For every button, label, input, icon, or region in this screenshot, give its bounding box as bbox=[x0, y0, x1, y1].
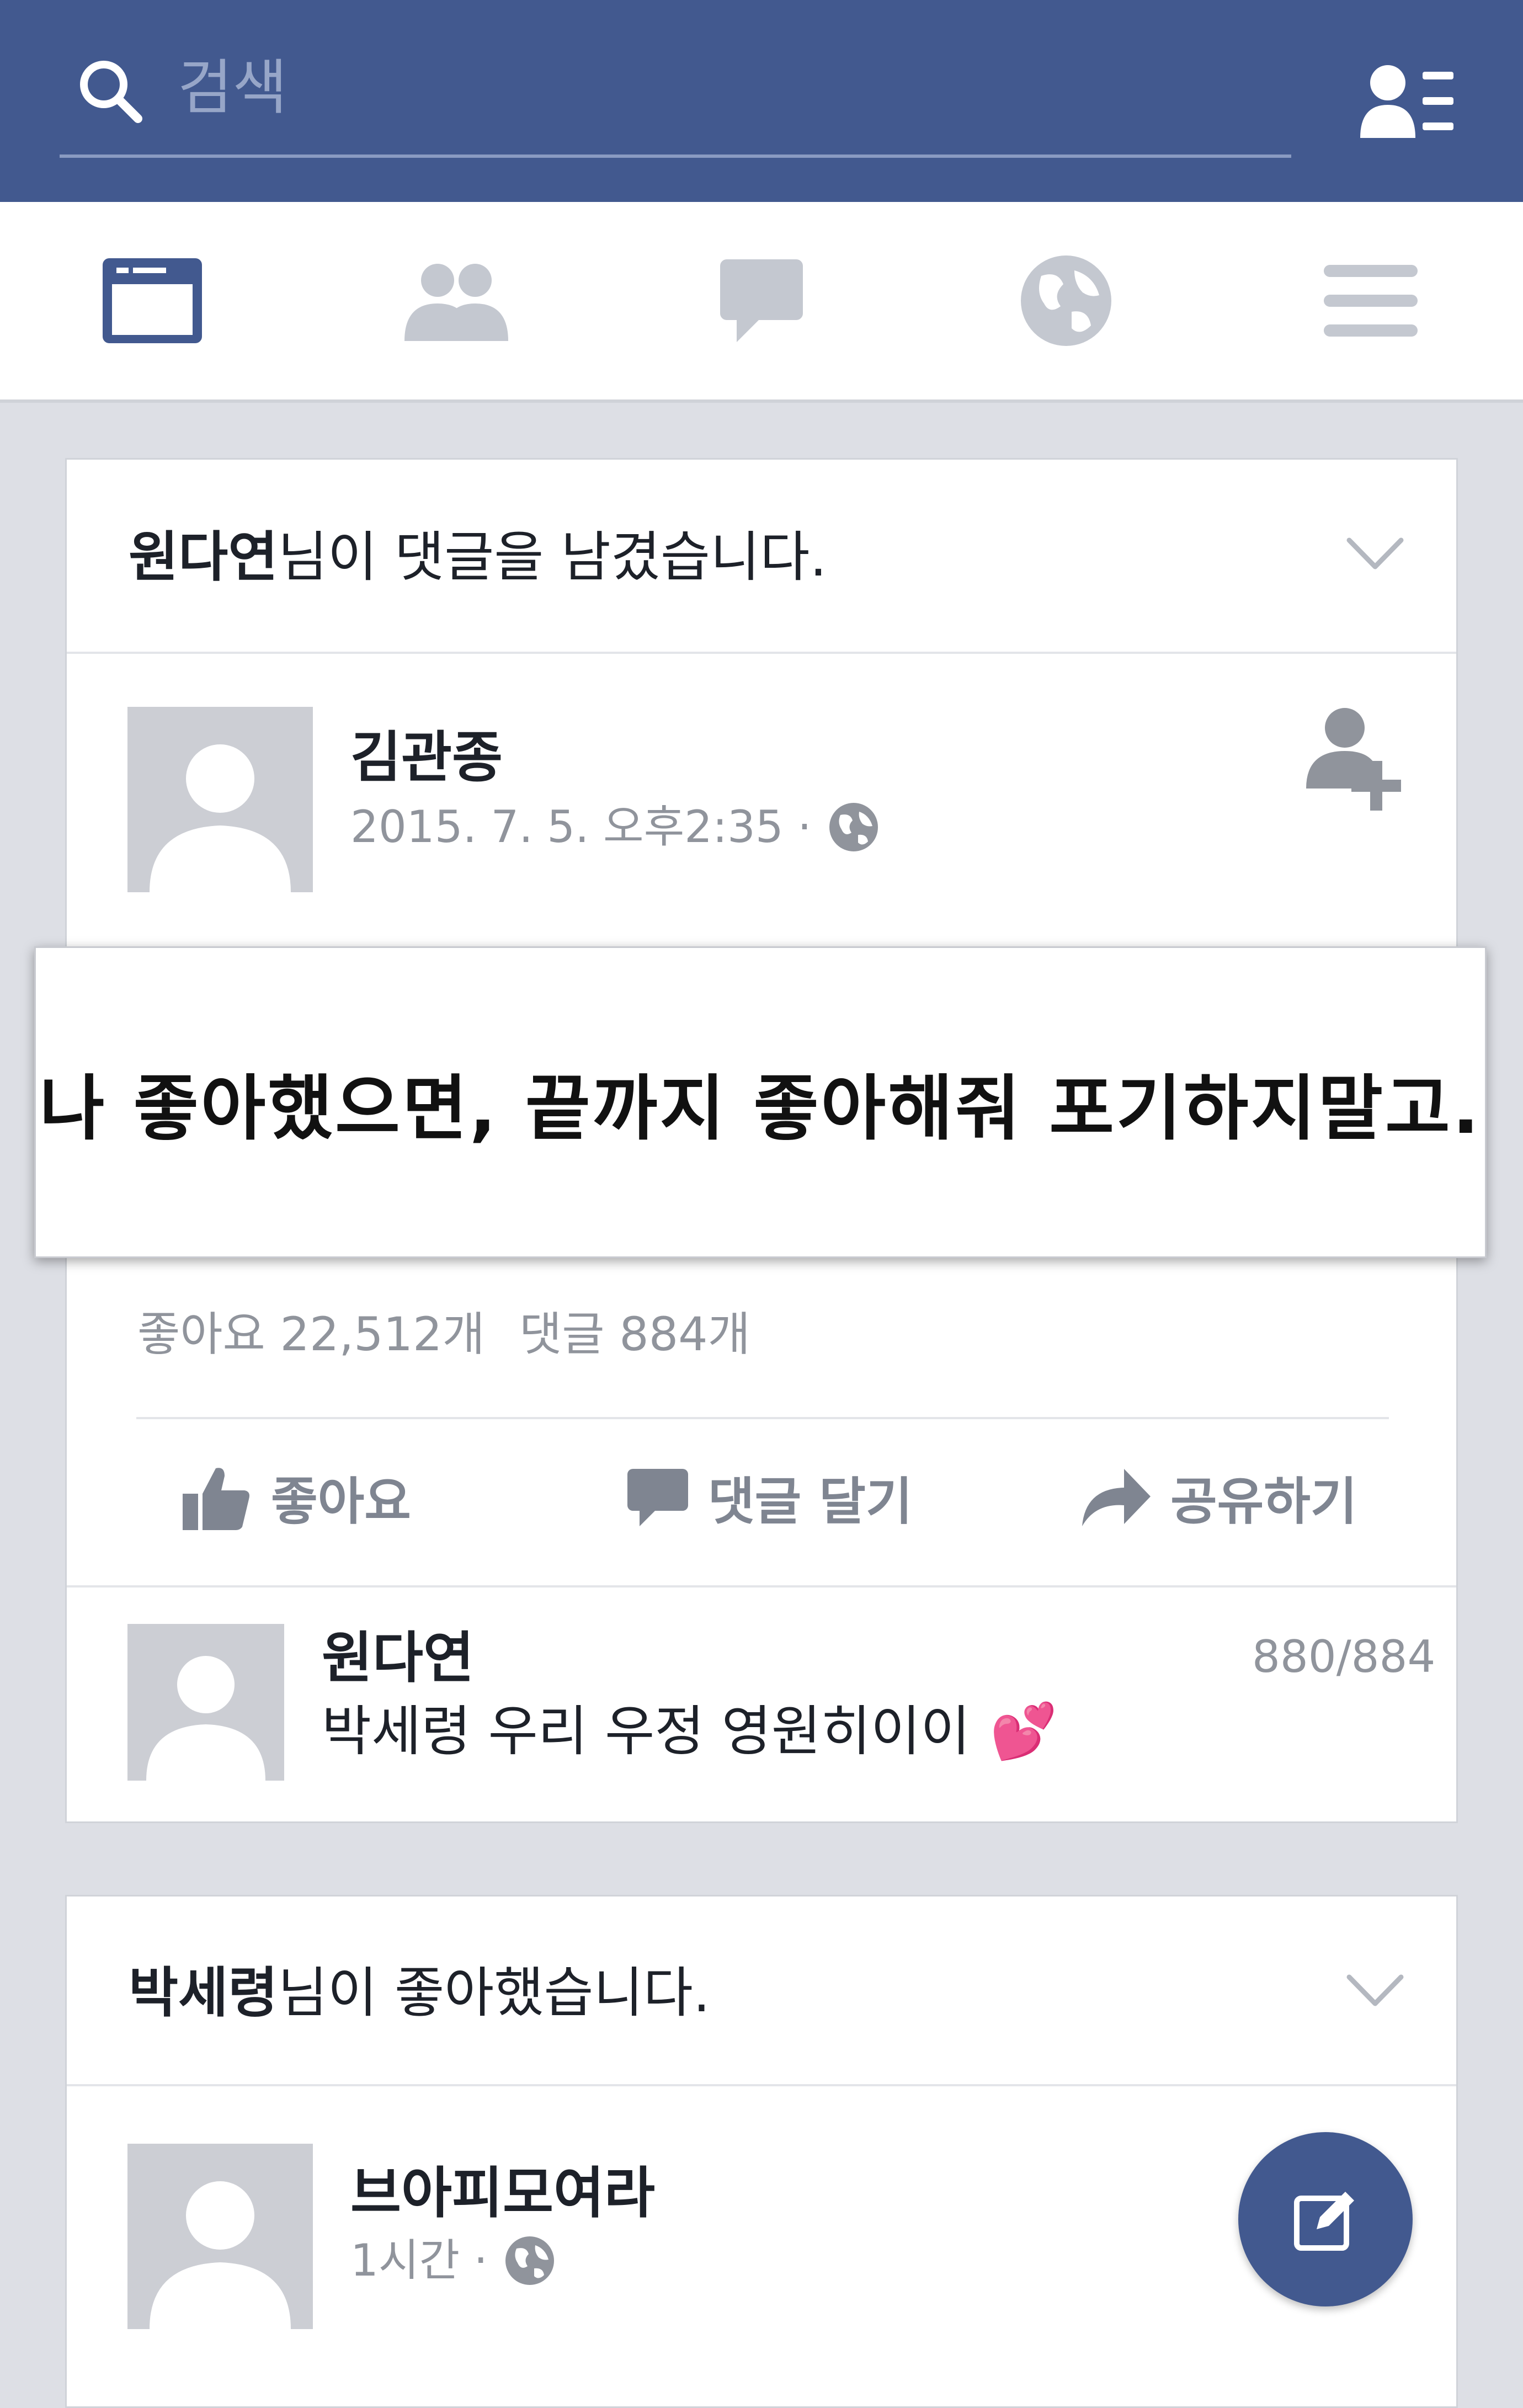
avatar[interactable] bbox=[127, 2144, 313, 2329]
share-label: 공유하기 bbox=[1170, 1472, 1357, 1531]
story-header: 박세령님이 좋아했습니다. bbox=[129, 1957, 710, 2029]
like-count[interactable]: 좋아요 22,512개 bbox=[137, 1304, 485, 1365]
story-action-text: 님이 좋아했습니다. bbox=[278, 1962, 711, 2025]
tab-news-feed[interactable] bbox=[0, 202, 305, 399]
share-icon bbox=[1082, 1469, 1151, 1526]
story-actor[interactable]: 원다연 bbox=[129, 526, 278, 589]
comment-author[interactable]: 원다연 bbox=[322, 1625, 474, 1691]
public-globe-icon bbox=[829, 803, 878, 851]
post-author[interactable]: 김관종 bbox=[350, 724, 503, 791]
story-header: 원다연님이 댓글을 남겼습니다. bbox=[129, 521, 827, 593]
comment-label: 댓글 달기 bbox=[708, 1472, 913, 1531]
post-timestamp[interactable]: 1시간 · bbox=[350, 2233, 488, 2288]
contacts-icon[interactable] bbox=[1357, 61, 1457, 143]
like-button[interactable]: 좋아요 bbox=[183, 1453, 411, 1541]
tab-friends[interactable] bbox=[305, 202, 609, 399]
quote-image[interactable]: 나 좋아했으면, 끝까지 좋아해줘 포기하지말고. bbox=[34, 946, 1487, 1258]
thumbs-up-icon bbox=[183, 1468, 249, 1530]
divider bbox=[67, 652, 1456, 654]
menu-icon bbox=[1324, 265, 1418, 337]
share-button[interactable]: 공유하기 bbox=[1082, 1453, 1357, 1541]
comment-icon bbox=[627, 1469, 688, 1526]
friends-icon bbox=[404, 264, 508, 341]
quote-text: 나 좋아했으면, 끝까지 좋아해줘 포기하지말고. bbox=[39, 1068, 1482, 1150]
like-label: 좋아요 bbox=[271, 1472, 411, 1531]
comment-text: 박세령 우리 우정 영원히이이 bbox=[322, 1700, 971, 1763]
compose-button[interactable] bbox=[1238, 2132, 1413, 2306]
avatar[interactable] bbox=[127, 707, 313, 892]
two-hearts-emoji: 💕 bbox=[990, 1700, 1058, 1763]
tab-bar bbox=[0, 202, 1523, 403]
search-input[interactable]: 검색 bbox=[178, 52, 287, 124]
tab-menu[interactable] bbox=[1218, 202, 1523, 399]
globe-icon bbox=[1021, 255, 1111, 346]
comment-count[interactable]: 댓글 884개 bbox=[519, 1304, 750, 1365]
post-author[interactable]: 브아피모여라 bbox=[350, 2160, 655, 2226]
post-meta: 1시간 · bbox=[350, 2233, 555, 2288]
tab-messages[interactable] bbox=[609, 202, 914, 399]
search-underline bbox=[60, 155, 1291, 158]
divider bbox=[67, 1585, 1456, 1587]
story-action-text: 님이 댓글을 남겼습니다. bbox=[278, 526, 827, 589]
search-icon[interactable] bbox=[77, 58, 143, 124]
story-card: 박세령님이 좋아했습니다. 브아피모여라 1시간 · bbox=[65, 1895, 1458, 2408]
comment-body: 박세령 우리 우정 영원히이이 💕 bbox=[322, 1696, 1057, 1767]
news-feed-icon bbox=[103, 258, 202, 343]
post-meta: 2015. 7. 5. 오후2:35 · bbox=[350, 800, 879, 855]
chevron-down-icon[interactable] bbox=[1345, 535, 1405, 573]
compose-icon bbox=[1294, 2192, 1354, 2251]
divider bbox=[67, 2084, 1456, 2086]
divider bbox=[136, 1417, 1389, 1419]
story-actor[interactable]: 박세령 bbox=[129, 1962, 278, 2025]
tab-globe[interactable] bbox=[914, 202, 1218, 399]
add-friend-icon[interactable] bbox=[1306, 706, 1405, 811]
messages-icon bbox=[720, 259, 803, 342]
chevron-down-icon[interactable] bbox=[1345, 1972, 1405, 2010]
public-globe-icon bbox=[505, 2236, 554, 2285]
comment-button[interactable]: 댓글 달기 bbox=[627, 1453, 913, 1541]
comment-position: 880/884 bbox=[1252, 1631, 1436, 1682]
post-timestamp[interactable]: 2015. 7. 5. 오후2:35 · bbox=[350, 800, 812, 855]
comment-avatar[interactable] bbox=[127, 1624, 284, 1781]
